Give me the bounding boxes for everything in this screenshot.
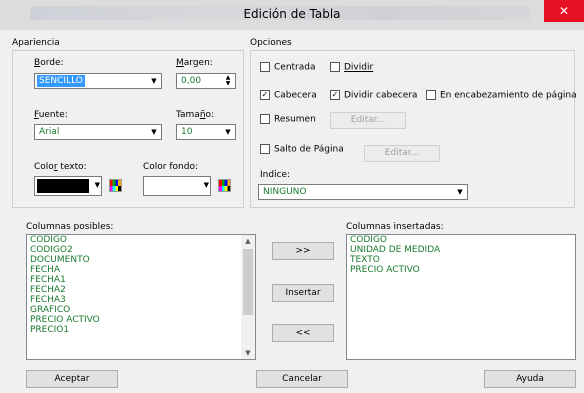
chevron-down-icon: ▼ (148, 75, 160, 87)
list-item[interactable]: TEXTO (347, 255, 575, 265)
checkbox-icon (260, 114, 270, 124)
split-header-checkbox[interactable]: ✓ Dividir cabecera (330, 90, 417, 104)
font-label: Fuente: (34, 110, 68, 120)
summary-checkbox[interactable]: Resumen (260, 114, 316, 128)
size-select[interactable]: 10 ▼ (176, 124, 236, 140)
inserted-columns-items: CODIGO UNIDAD DE MEDIDA TEXTO PRECIO ACTIVO (347, 235, 575, 275)
list-item[interactable]: CODIGO2 (27, 245, 255, 255)
chevron-down-icon: ▼ (148, 126, 160, 138)
list-item[interactable]: PRECIO ACTIVO (27, 315, 255, 325)
chevron-down-icon: ▼ (203, 181, 209, 189)
palette-icon[interactable] (109, 179, 122, 192)
appearance-heading: Apariencia (12, 38, 60, 48)
border-label: Borde: (34, 58, 64, 68)
scroll-up-icon[interactable]: ▲ (241, 235, 255, 247)
border-value: SENCILLO (37, 75, 85, 87)
scroll-down-icon[interactable]: ▼ (241, 347, 255, 359)
page-break-checkbox[interactable]: Salto de Página (260, 144, 344, 158)
check-icon: ✓ (260, 90, 270, 100)
accept-button[interactable]: Aceptar (26, 370, 118, 388)
text-color-select[interactable]: ▼ (34, 176, 102, 196)
chevron-down-icon: ▼ (454, 186, 466, 198)
text-color-label: Color texto: (34, 162, 87, 172)
list-item[interactable]: CODIGO (347, 235, 575, 245)
bg-color-select[interactable]: ▼ (143, 176, 211, 196)
border-select[interactable]: SENCILLO ▼ (34, 73, 162, 89)
inserted-columns-label: Columnas insertadas: (346, 222, 444, 232)
checkbox-icon (426, 90, 436, 100)
insert-button[interactable]: Insertar (272, 284, 334, 302)
possible-columns-items: CODIGO CODIGO2 DOCUMENTO FECHA FECHA1 FECHA2 F… (27, 235, 255, 335)
index-label: Indice: (260, 170, 291, 180)
scroll-thumb[interactable] (243, 249, 253, 315)
bg-color-swatch (146, 179, 198, 193)
margin-label: Margen: (176, 58, 213, 68)
list-item[interactable]: UNIDAD DE MEDIDA (347, 245, 575, 255)
inserted-columns-list[interactable]: CODIGO UNIDAD DE MEDIDA TEXTO PRECIO ACTIVO (346, 234, 576, 360)
margin-spinner[interactable]: 0,00 ▲ ▼ (176, 73, 236, 89)
edit-summary-button[interactable]: Editar... (330, 112, 406, 129)
spinner-arrows-icon[interactable]: ▲ ▼ (222, 75, 234, 87)
checkbox-icon (330, 62, 340, 72)
list-item[interactable]: FECHA3 (27, 295, 255, 305)
list-item[interactable]: FECHA (27, 265, 255, 275)
close-button[interactable]: ✕ (544, 0, 584, 22)
possible-columns-label: Columnas posibles: (26, 222, 114, 232)
options-heading: Opciones (250, 38, 292, 48)
index-select[interactable]: NINGUNO ▼ (258, 184, 468, 200)
cancel-button[interactable]: Cancelar (256, 370, 348, 388)
margin-value: 0,00 (181, 76, 202, 86)
bg-color-label: Color fondo: (143, 162, 198, 172)
list-item[interactable]: PRECIO ACTIVO (347, 265, 575, 275)
index-value: NINGUNO (263, 187, 307, 197)
palette-icon[interactable] (218, 179, 231, 192)
list-item[interactable]: CODIGO (27, 235, 255, 245)
list-item[interactable]: DOCUMENTO (27, 255, 255, 265)
chevron-down-icon: ▼ (222, 126, 234, 138)
add-all-button[interactable]: >> (272, 242, 334, 260)
chevron-down-icon: ▼ (94, 181, 100, 189)
check-icon: ✓ (330, 90, 340, 100)
possible-columns-scrollbar[interactable]: ▲ ▼ (241, 235, 255, 359)
text-color-swatch (37, 179, 89, 193)
window-title: Edición de Tabla (243, 7, 341, 21)
size-value: 10 (181, 127, 193, 137)
help-button[interactable]: Ayuda (484, 370, 576, 388)
list-item[interactable]: PRECIO1 (27, 325, 255, 335)
list-item[interactable]: FECHA2 (27, 285, 255, 295)
header-checkbox[interactable]: ✓ Cabecera (260, 90, 317, 104)
centered-checkbox[interactable]: Centrada (260, 62, 316, 76)
edit-page-break-button[interactable]: Editar... (364, 145, 440, 162)
checkbox-icon (260, 144, 270, 154)
size-label: Tamaño: (176, 110, 215, 120)
split-checkbox[interactable]: Dividir (330, 62, 373, 76)
font-value: Arial (39, 127, 60, 137)
font-select[interactable]: Arial ▼ (34, 124, 162, 140)
checkbox-icon (260, 62, 270, 72)
list-item[interactable]: GRAFICO (27, 305, 255, 315)
page-header-checkbox[interactable]: En encabezamiento de página (426, 90, 577, 104)
possible-columns-list[interactable]: CODIGO CODIGO2 DOCUMENTO FECHA FECHA1 FECHA2 F… (26, 234, 256, 360)
remove-all-button[interactable]: << (272, 324, 334, 342)
list-item[interactable]: FECHA1 (27, 275, 255, 285)
